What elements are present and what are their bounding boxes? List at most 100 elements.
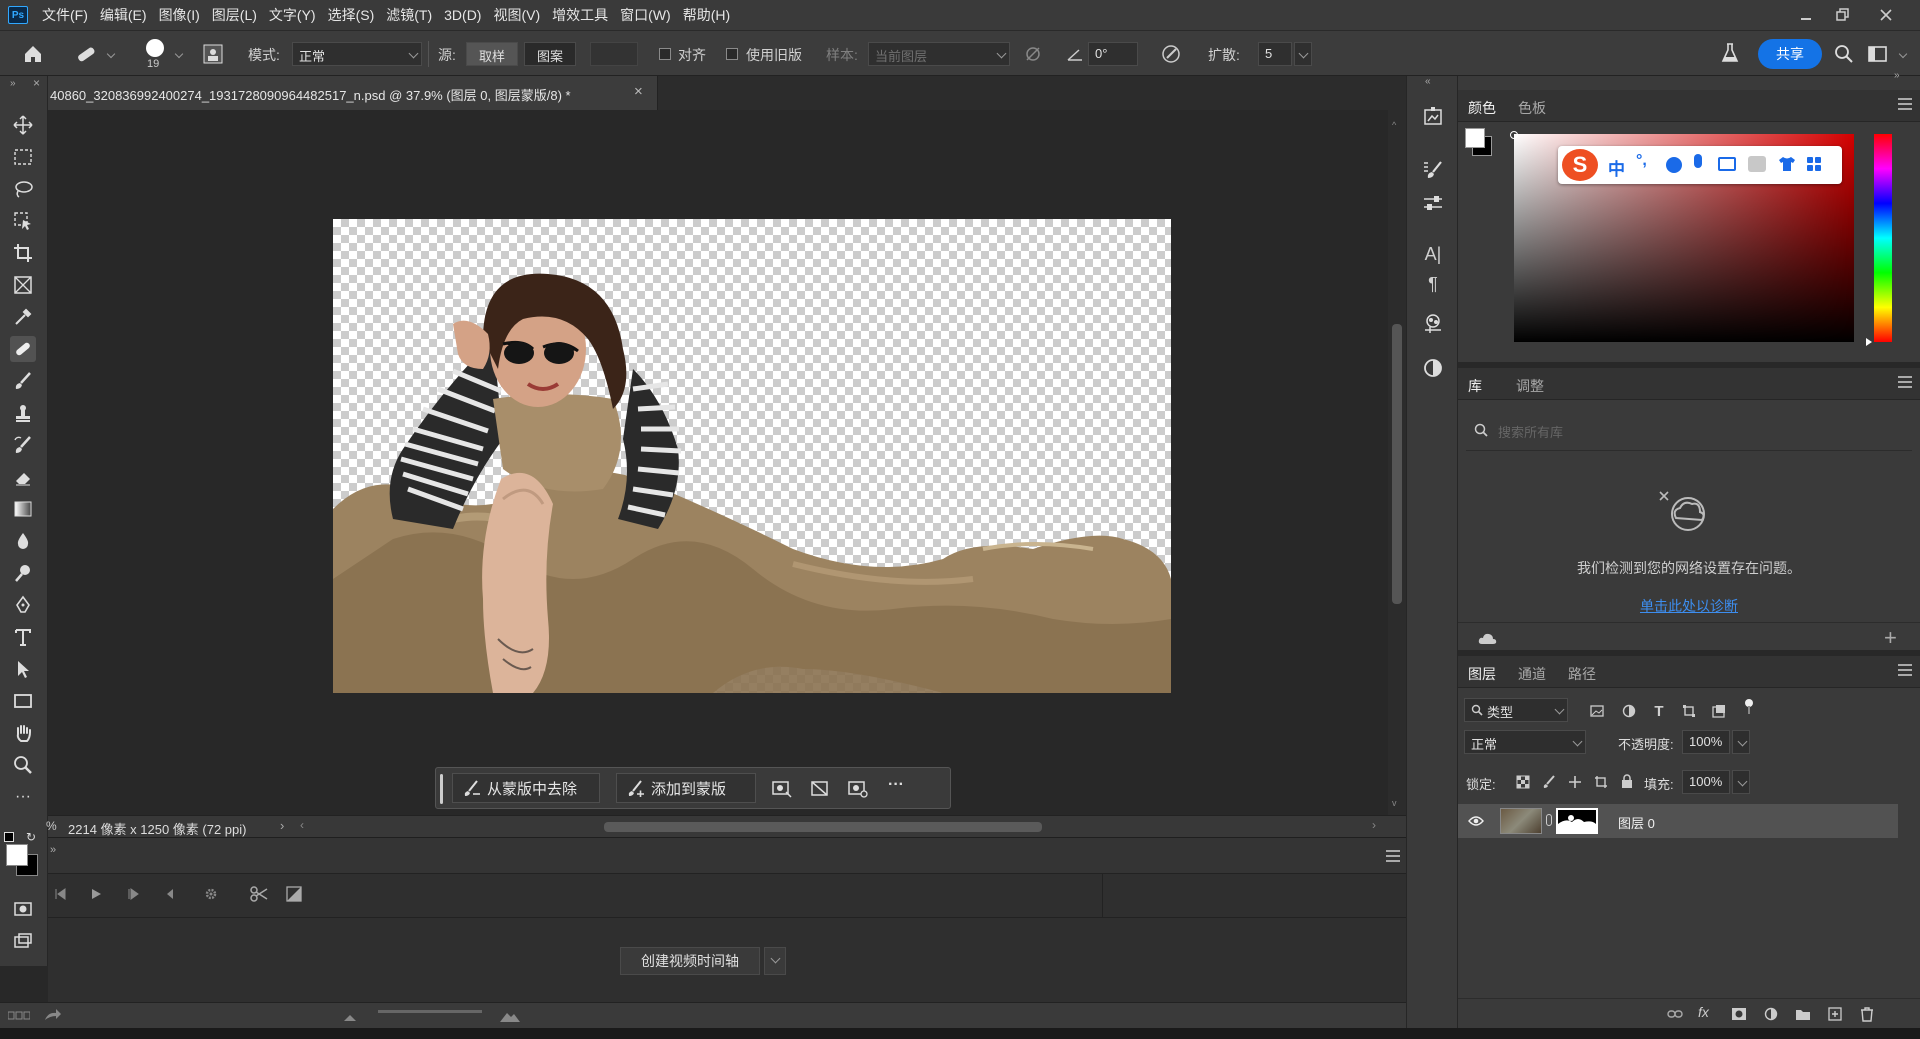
paragraph-panel-icon[interactable]: ¶	[1419, 270, 1447, 298]
align-checkbox[interactable]	[659, 48, 671, 60]
tab-swatches[interactable]: 色板	[1518, 98, 1546, 118]
properties-panel-icon[interactable]	[1419, 190, 1447, 218]
add-library-icon[interactable]: +	[1884, 625, 1897, 651]
libraries-panel-menu-icon[interactable]	[1898, 376, 1912, 388]
scroll-up-icon[interactable]: ^	[1392, 120, 1396, 130]
diffusion-dropdown[interactable]	[1294, 42, 1312, 66]
timeline-type-dropdown[interactable]	[764, 947, 786, 975]
search-icon[interactable]	[1834, 44, 1854, 64]
new-layer-icon[interactable]	[1826, 1005, 1844, 1023]
collapse-icon[interactable]: »	[10, 78, 16, 89]
chevron-down-icon[interactable]	[174, 49, 184, 59]
menu-plugins[interactable]: 增效工具	[546, 0, 614, 30]
color-panel-menu-icon[interactable]	[1898, 98, 1912, 110]
tab-color[interactable]: 颜色	[1468, 98, 1496, 118]
menu-layer[interactable]: 图层(L)	[206, 0, 263, 30]
render-arrow-icon[interactable]	[44, 1008, 62, 1022]
filter-type-icon[interactable]: T	[1650, 702, 1668, 720]
mask-options-icon[interactable]	[772, 780, 792, 798]
lock-transparent-icon[interactable]	[1514, 773, 1532, 791]
menu-select[interactable]: 选择(S)	[322, 0, 381, 30]
zoom-level[interactable]: %	[46, 819, 57, 833]
collapse-icon[interactable]: »	[50, 844, 56, 856]
scroll-down-icon[interactable]: v	[1392, 798, 1397, 808]
scrollbar-thumb[interactable]	[1392, 324, 1402, 604]
filter-toggle-icon[interactable]	[1740, 698, 1758, 716]
filter-adjustment-icon[interactable]	[1620, 702, 1638, 720]
menu-view[interactable]: 视图(V)	[487, 0, 546, 30]
layer-thumbnail[interactable]	[1500, 808, 1542, 834]
healing-brush-tool-icon[interactable]	[10, 336, 36, 362]
clone-stamp-tool-icon[interactable]	[10, 400, 36, 426]
move-tool-icon[interactable]	[10, 112, 36, 138]
tab-layers[interactable]: 图层	[1468, 664, 1496, 684]
object-selection-tool-icon[interactable]	[10, 208, 36, 234]
share-button[interactable]: 共享	[1758, 39, 1822, 69]
settings-gear-icon[interactable]	[204, 887, 218, 901]
zoom-in-mountain-icon[interactable]	[500, 1010, 520, 1022]
hue-slider-handle[interactable]	[1866, 338, 1872, 346]
more-tools-icon[interactable]: ···	[10, 784, 36, 810]
clone-source-panel-icon[interactable]	[1419, 310, 1447, 338]
transition-icon[interactable]	[286, 886, 302, 902]
source-pattern-button[interactable]: 图案	[524, 42, 577, 66]
remove-from-mask-button[interactable]: 从蒙版中去除	[452, 773, 600, 803]
close-panel-icon[interactable]: ×	[33, 76, 40, 90]
library-search[interactable]: 搜索所有库	[1466, 411, 1912, 451]
ime-punctuation[interactable]: °,	[1636, 152, 1647, 170]
horizontal-scrollbar-thumb[interactable]	[604, 822, 1042, 832]
home-icon[interactable]	[22, 43, 44, 65]
filter-smart-object-icon[interactable]	[1710, 702, 1728, 720]
color-foreground-swatch[interactable]	[1465, 128, 1485, 148]
filter-shape-icon[interactable]	[1680, 702, 1698, 720]
skin-user-icon[interactable]	[1748, 156, 1766, 172]
layer-name[interactable]: 图层 0	[1618, 813, 1655, 832]
color-picker-cursor[interactable]	[1510, 131, 1518, 139]
chevron-down-icon[interactable]	[106, 49, 116, 59]
layer-mask-thumbnail[interactable]	[1556, 808, 1598, 834]
menu-filter[interactable]: 滤镜(T)	[380, 0, 438, 30]
mode-select[interactable]: 正常	[292, 42, 422, 66]
microphone-icon[interactable]	[1694, 154, 1702, 168]
brush-settings-panel-icon[interactable]	[1419, 156, 1447, 184]
healing-brush-tool-icon[interactable]	[74, 43, 98, 65]
history-panel-icon[interactable]	[1419, 102, 1447, 130]
adjustments-panel-icon[interactable]	[1419, 354, 1447, 382]
mask-settings-icon[interactable]	[848, 780, 868, 798]
blur-tool-icon[interactable]	[10, 528, 36, 554]
ime-toolbar[interactable]: S 中 °,	[1558, 146, 1842, 184]
hand-tool-icon[interactable]	[10, 720, 36, 746]
default-colors-icon[interactable]	[4, 832, 14, 842]
link-layers-icon[interactable]	[1666, 1005, 1684, 1023]
menu-3d[interactable]: 3D(D)	[438, 0, 487, 30]
add-layer-style-icon[interactable]: fx	[1698, 1004, 1709, 1020]
tab-adjustments[interactable]: 调整	[1516, 376, 1544, 396]
layer-row[interactable]: 图层 0	[1458, 804, 1898, 838]
marquee-tool-icon[interactable]	[10, 144, 36, 170]
fill-input[interactable]: 100%	[1682, 770, 1730, 794]
ime-chinese-mode[interactable]: 中	[1608, 155, 1625, 180]
brush-tool-icon[interactable]	[10, 368, 36, 394]
document-canvas[interactable]	[333, 219, 1171, 693]
pattern-picker[interactable]	[590, 42, 638, 66]
brush-settings-icon[interactable]	[202, 43, 224, 65]
dodge-tool-icon[interactable]	[10, 560, 36, 586]
eyedropper-tool-icon[interactable]	[10, 304, 36, 330]
blend-mode-select[interactable]: 正常	[1464, 730, 1586, 754]
delete-layer-trash-icon[interactable]	[1858, 1005, 1876, 1023]
type-tool-icon[interactable]	[10, 624, 36, 650]
menu-type[interactable]: 文字(Y)	[263, 0, 322, 30]
layers-panel-menu-icon[interactable]	[1898, 664, 1912, 676]
foreground-color-swatch[interactable]	[6, 844, 28, 866]
restore-icon[interactable]	[1822, 0, 1862, 30]
frame-tool-icon[interactable]	[10, 272, 36, 298]
play-icon[interactable]	[90, 888, 102, 900]
brush-preview-icon[interactable]	[146, 39, 164, 57]
pressure-icon[interactable]	[1160, 43, 1182, 65]
history-brush-tool-icon[interactable]	[10, 432, 36, 458]
toolbox-grid-icon[interactable]	[1806, 156, 1822, 172]
frame-grid-icon[interactable]	[8, 1011, 30, 1021]
create-video-timeline-button[interactable]: 创建视频时间轴	[620, 947, 760, 975]
lasso-tool-icon[interactable]	[10, 176, 36, 202]
lock-artboard-icon[interactable]	[1592, 773, 1610, 791]
